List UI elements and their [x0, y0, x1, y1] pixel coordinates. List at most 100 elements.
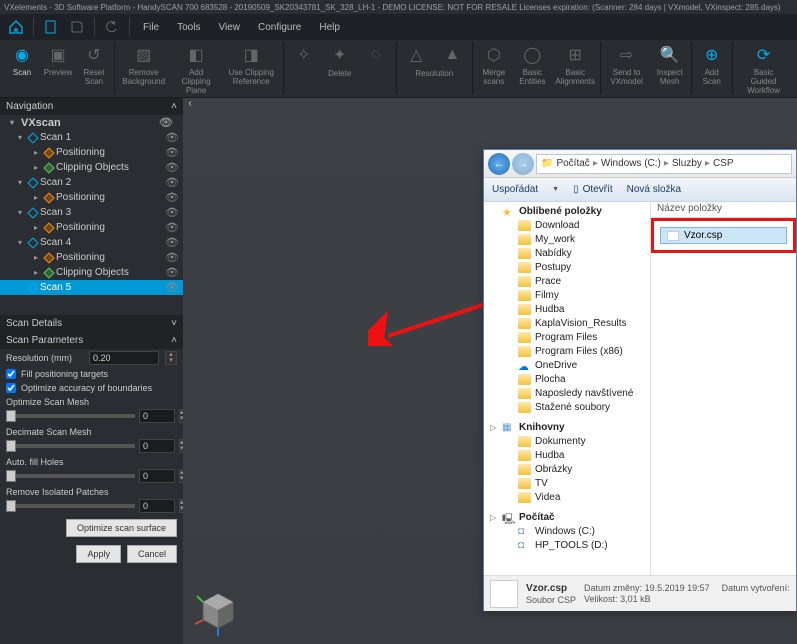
- basic-align-button[interactable]: ⊞Basic Alignments: [552, 42, 598, 88]
- tree-item[interactable]: My_work: [484, 232, 650, 246]
- scan-params-header[interactable]: Scan Parameters˄: [0, 332, 183, 349]
- file-item[interactable]: Vzor.csp: [660, 227, 787, 244]
- open-button[interactable]: ▯Otevřít: [573, 184, 613, 195]
- tree-item[interactable]: Nabídky: [484, 246, 650, 260]
- fill-holes-slider[interactable]: [6, 474, 135, 478]
- organize-button[interactable]: Uspořádat: [492, 184, 538, 195]
- scan-button[interactable]: ◉Scan: [4, 42, 40, 79]
- resolution-spinner[interactable]: ▴▾: [165, 351, 177, 365]
- menu-file[interactable]: File: [135, 18, 167, 37]
- tree-item[interactable]: Obrázky: [484, 462, 650, 476]
- orientation-cube[interactable]: [193, 586, 243, 636]
- menu-view[interactable]: View: [210, 18, 248, 37]
- opt-mesh-input[interactable]: [139, 409, 175, 423]
- tree-child-item[interactable]: ▸Positioning👁: [0, 220, 183, 235]
- eye-icon[interactable]: 👁: [165, 206, 179, 219]
- back-button[interactable]: ←: [488, 153, 510, 175]
- forward-button[interactable]: →: [512, 153, 534, 175]
- tree-item[interactable]: Naposledy navštívené: [484, 386, 650, 400]
- tree-item[interactable]: Program Files: [484, 330, 650, 344]
- tree-child-item[interactable]: ▸Positioning👁: [0, 145, 183, 160]
- tree-child-item[interactable]: ▸Positioning👁: [0, 250, 183, 265]
- nav-header[interactable]: Navigation˄: [0, 98, 183, 115]
- tree-item[interactable]: Dokumenty: [484, 434, 650, 448]
- tree-item[interactable]: KaplaVision_Results: [484, 316, 650, 330]
- menu-help[interactable]: Help: [311, 18, 348, 37]
- title-bar: VXelements - 3D Software Platform - Hand…: [0, 0, 797, 14]
- tree-favorites[interactable]: Oblíbené položky: [484, 204, 650, 218]
- eye-icon[interactable]: 👁: [165, 221, 179, 234]
- tree-item[interactable]: Windows (C:): [484, 524, 650, 538]
- decimate-slider[interactable]: [6, 444, 135, 448]
- inspect-button[interactable]: 🔍Inspect Mesh: [650, 42, 689, 88]
- tree-computer[interactable]: ▷Počítač: [484, 510, 650, 524]
- tree-root[interactable]: ▾VXscan👁: [0, 115, 183, 130]
- use-clip-button[interactable]: ◨Use Clipping Reference: [221, 42, 281, 88]
- undo-icon[interactable]: [100, 16, 124, 38]
- add-scan-button[interactable]: ⊕Add Scan: [694, 42, 730, 88]
- preview-button[interactable]: ▣Preview: [40, 42, 76, 79]
- eye-icon[interactable]: 👁: [165, 161, 179, 174]
- eye-icon[interactable]: 👁: [165, 281, 179, 294]
- menu-tools[interactable]: Tools: [169, 18, 208, 37]
- tree-item[interactable]: Filmy: [484, 288, 650, 302]
- tree-scan-item[interactable]: ▾Scan 4👁: [0, 235, 183, 250]
- tree-scan-item[interactable]: ▾Scan 1👁: [0, 130, 183, 145]
- new-icon[interactable]: [39, 16, 63, 38]
- collapse-icon[interactable]: ‹: [183, 98, 197, 112]
- tree-item[interactable]: Download: [484, 218, 650, 232]
- eye-icon[interactable]: 👁: [165, 146, 179, 159]
- eye-icon[interactable]: 👁: [165, 191, 179, 204]
- opt-mesh-slider[interactable]: [6, 414, 135, 418]
- menu-bar: File Tools View Configure Help: [0, 14, 797, 40]
- apply-button[interactable]: Apply: [76, 545, 121, 563]
- save-icon[interactable]: [65, 16, 89, 38]
- tree-item[interactable]: OneDrive: [484, 358, 650, 372]
- tree-item[interactable]: HP_TOOLS (D:): [484, 538, 650, 552]
- tree-item[interactable]: Hudba: [484, 302, 650, 316]
- tree-item[interactable]: TV: [484, 476, 650, 490]
- fill-targets-checkbox[interactable]: [6, 369, 16, 379]
- eye-icon[interactable]: 👁: [165, 236, 179, 249]
- basic-ent-button[interactable]: ◯Basic Entities: [513, 42, 552, 88]
- remove-iso-input[interactable]: [139, 499, 175, 513]
- home-icon[interactable]: [4, 16, 28, 38]
- menu-configure[interactable]: Configure: [250, 18, 309, 37]
- tree-scan-item[interactable]: ▾Scan 3👁: [0, 205, 183, 220]
- new-folder-button[interactable]: Nová složka: [627, 184, 681, 195]
- eye-icon[interactable]: 👁: [165, 266, 179, 279]
- tree-child-item[interactable]: ▸Positioning👁: [0, 190, 183, 205]
- cancel-button[interactable]: Cancel: [127, 545, 177, 563]
- guided-button[interactable]: ⟳Basic Guided Workflow: [734, 42, 793, 97]
- resolution-input[interactable]: [89, 351, 159, 365]
- add-clip-button[interactable]: ◧Add Clipping Plane: [171, 42, 222, 97]
- remove-bg-button[interactable]: ▨Remove Background: [117, 42, 171, 88]
- tree-item[interactable]: Program Files (x86): [484, 344, 650, 358]
- tree-libraries[interactable]: ▷Knihovny: [484, 420, 650, 434]
- scan-details-header[interactable]: Scan Details˅: [0, 315, 183, 332]
- merge-button[interactable]: ⬡Merge scans: [475, 42, 513, 88]
- tree-item[interactable]: Hudba: [484, 448, 650, 462]
- column-header-name[interactable]: Název položky: [651, 202, 796, 218]
- tree-child-item[interactable]: ▸Clipping Objects👁: [0, 265, 183, 280]
- optimize-surface-button[interactable]: Optimize scan surface: [66, 519, 177, 537]
- fill-holes-input[interactable]: [139, 469, 175, 483]
- reset-scan-button[interactable]: ↺Reset Scan: [76, 42, 112, 88]
- tree-item[interactable]: Stažené soubory: [484, 400, 650, 414]
- eye-icon[interactable]: 👁: [165, 251, 179, 264]
- tree-item[interactable]: Videa: [484, 490, 650, 504]
- eye-icon[interactable]: 👁: [165, 176, 179, 189]
- tree-scan-item[interactable]: ▾Scan 2👁: [0, 175, 183, 190]
- tree-item[interactable]: Postupy: [484, 260, 650, 274]
- opt-boundaries-checkbox[interactable]: [6, 383, 16, 393]
- tree-item[interactable]: Plocha: [484, 372, 650, 386]
- eye-icon[interactable]: 👁: [165, 131, 179, 144]
- breadcrumb[interactable]: 📁 Počítač▸ Windows (C:)▸ Sluzby▸ CSP: [536, 154, 792, 174]
- send-vx-button[interactable]: ⇨Send to VXmodel: [603, 42, 650, 88]
- remove-iso-slider[interactable]: [6, 504, 135, 508]
- tree-item[interactable]: Prace: [484, 274, 650, 288]
- tree-scan-item[interactable]: Scan 5👁: [0, 280, 183, 295]
- eye-icon[interactable]: 👁: [159, 116, 173, 129]
- tree-child-item[interactable]: ▸Clipping Objects👁: [0, 160, 183, 175]
- decimate-input[interactable]: [139, 439, 175, 453]
